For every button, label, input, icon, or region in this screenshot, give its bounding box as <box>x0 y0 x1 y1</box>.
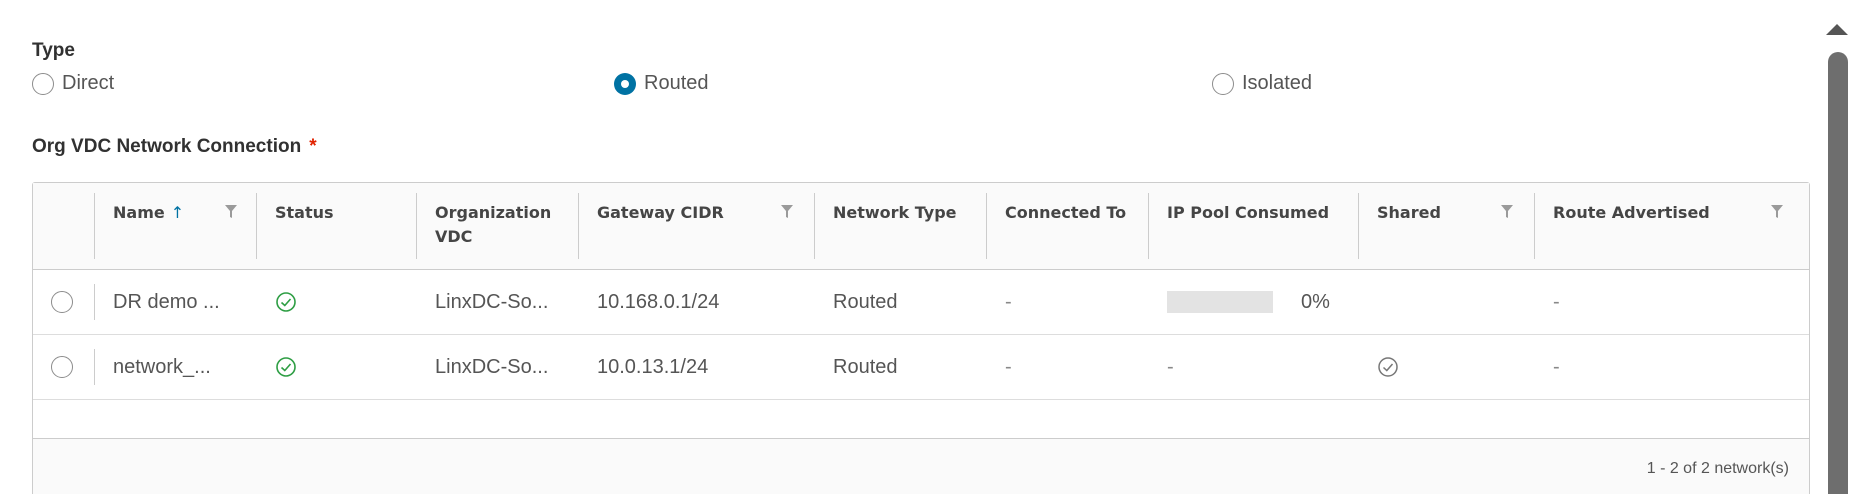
header-shared-label[interactable]: Shared <box>1377 203 1441 222</box>
grid-placeholder-row <box>33 400 1809 439</box>
route-advertised-cell: - <box>1553 290 1560 313</box>
status-cell <box>257 270 417 334</box>
header-name-label[interactable]: Name <box>113 203 165 222</box>
radio-isolated[interactable]: Isolated <box>1212 72 1312 95</box>
header-connected-to-label[interactable]: Connected To <box>1005 203 1126 222</box>
type-label: Type <box>32 40 75 61</box>
pagination-summary: 1 - 2 of 2 network(s) <box>1646 460 1789 477</box>
network-type-cell: Routed <box>833 355 898 378</box>
ip-pool-cell: 0% <box>1149 270 1359 334</box>
route-advertised-cell: - <box>1553 355 1560 378</box>
header-name[interactable]: Name ↑ <box>95 183 257 269</box>
network-datagrid: Name ↑ Status Organization VDC Gateway CI… <box>32 182 1810 494</box>
scrollbar-thumb[interactable] <box>1828 52 1848 494</box>
radio-routed[interactable]: Routed <box>614 72 709 95</box>
table-row[interactable]: DR demo ... LinxDC-So... 10.168.0.1/24 R… <box>33 270 1809 335</box>
shared-cell <box>1359 270 1535 334</box>
filter-icon[interactable] <box>1771 205 1783 219</box>
connection-label-text: Org VDC Network Connection <box>32 136 302 157</box>
header-org-vdc-label[interactable]: Organization VDC <box>435 203 551 246</box>
check-circle-icon <box>276 292 296 312</box>
check-circle-icon <box>1378 357 1398 377</box>
ip-pool-cell: - <box>1167 355 1174 378</box>
network-form: Type Direct Routed Isolated Org VDC Netw… <box>0 0 1852 494</box>
gateway-cidr-cell: 10.168.0.1/24 <box>597 290 720 313</box>
grid-header: Name ↑ Status Organization VDC Gateway CI… <box>33 183 1809 270</box>
header-network-type-label[interactable]: Network Type <box>833 203 957 222</box>
header-status-label[interactable]: Status <box>275 203 334 222</box>
ip-pool-progress-bar <box>1167 291 1273 313</box>
header-gateway-cidr-label[interactable]: Gateway CIDR <box>597 203 724 222</box>
radio-isolated-label[interactable]: Isolated <box>1242 72 1312 95</box>
table-row[interactable]: network_... LinxDC-So... 10.0.13.1/24 Ro… <box>33 335 1809 400</box>
radio-isolated-circle[interactable] <box>1212 72 1234 95</box>
header-status[interactable]: Status <box>257 183 417 269</box>
header-gateway-cidr[interactable]: Gateway CIDR <box>579 183 815 269</box>
connected-to-cell: - <box>1005 290 1012 313</box>
check-circle-icon <box>276 357 296 377</box>
radio-routed-label[interactable]: Routed <box>644 72 709 95</box>
header-network-type[interactable]: Network Type <box>815 183 987 269</box>
header-route-advertised[interactable]: Route Advertised <box>1535 183 1805 269</box>
sort-ascending-icon[interactable]: ↑ <box>171 203 184 222</box>
required-mark: * <box>309 136 317 157</box>
org-vdc-cell: LinxDC-So... <box>435 355 549 378</box>
header-ip-pool[interactable]: IP Pool Consumed <box>1149 183 1359 269</box>
scroll-up-arrow-icon[interactable] <box>1826 24 1848 35</box>
radio-routed-circle[interactable] <box>614 72 636 95</box>
org-vdc-cell: LinxDC-So... <box>435 290 549 313</box>
connection-label: Org VDC Network Connection * <box>32 136 317 158</box>
row-select-radio[interactable] <box>51 291 73 313</box>
radio-direct-circle[interactable] <box>32 72 54 95</box>
header-connected-to[interactable]: Connected To <box>987 183 1149 269</box>
header-shared[interactable]: Shared <box>1359 183 1535 269</box>
header-org-vdc[interactable]: Organization VDC <box>417 183 579 269</box>
header-select <box>33 183 95 269</box>
gateway-cidr-cell: 10.0.13.1/24 <box>597 355 709 378</box>
status-cell <box>257 335 417 399</box>
shared-cell <box>1359 335 1535 399</box>
radio-direct-label[interactable]: Direct <box>62 72 114 95</box>
row-select-radio[interactable] <box>51 356 73 378</box>
row-select-cell[interactable] <box>33 270 95 334</box>
ip-pool-percent: 0% <box>1301 290 1330 313</box>
filter-icon[interactable] <box>1501 205 1513 219</box>
grid-footer: 1 - 2 of 2 network(s) <box>33 439 1809 494</box>
connected-to-cell: - <box>1005 355 1012 378</box>
filter-icon[interactable] <box>781 205 793 219</box>
radio-direct[interactable]: Direct <box>32 72 114 95</box>
header-ip-pool-label[interactable]: IP Pool Consumed <box>1167 203 1329 222</box>
row-select-cell[interactable] <box>33 335 95 399</box>
filter-icon[interactable] <box>225 205 237 219</box>
name-cell: network_... <box>113 355 211 378</box>
name-cell: DR demo ... <box>113 290 220 313</box>
network-type-cell: Routed <box>833 290 898 313</box>
header-route-advertised-label[interactable]: Route Advertised <box>1553 203 1710 222</box>
